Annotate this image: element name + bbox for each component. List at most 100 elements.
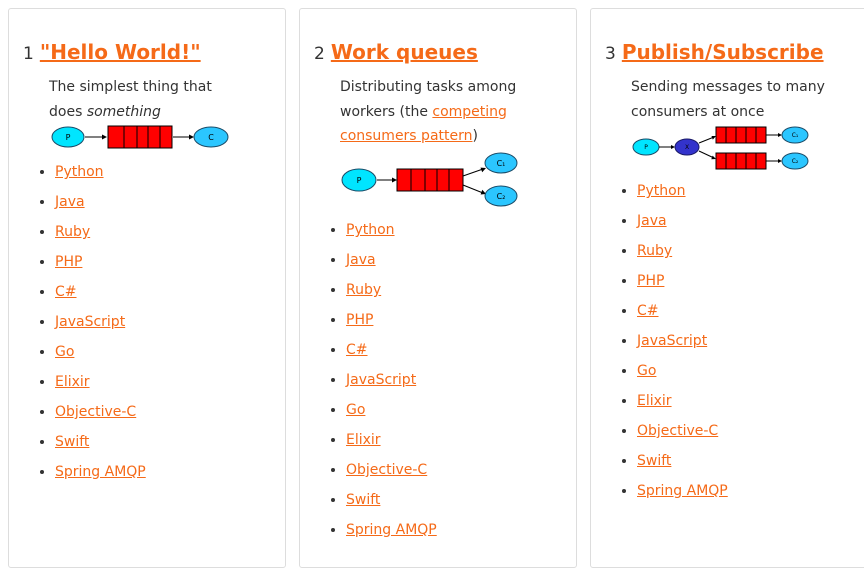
language-list: Python Java Ruby PHP C# JavaScript Go El… xyxy=(33,157,146,487)
publish-subscribe-diagram: P X C₁ C₂ xyxy=(632,126,809,170)
description-text: Sending messages to many consumers at on… xyxy=(631,79,825,120)
tutorial-card-hello-world: 1 "Hello World!" The simplest thing that … xyxy=(8,8,286,568)
language-link-python[interactable]: Python xyxy=(55,164,104,180)
tutorial-number: 1 xyxy=(23,44,34,64)
language-link-elixir[interactable]: Elixir xyxy=(55,374,90,390)
producer-label: P xyxy=(66,133,71,142)
list-item: Swift xyxy=(55,427,146,457)
language-link-csharp[interactable]: C# xyxy=(346,342,368,358)
queue xyxy=(107,125,173,149)
language-link-objective-c[interactable]: Objective-C xyxy=(346,462,427,478)
consumer-label: C₁ xyxy=(497,159,506,168)
list-item: Elixir xyxy=(637,386,728,416)
list-item: C# xyxy=(346,335,437,365)
tutorial-heading: 3 Publish/Subscribe xyxy=(605,39,824,67)
list-item: Objective-C xyxy=(637,416,728,446)
list-item: C# xyxy=(637,296,728,326)
list-item: Java xyxy=(346,245,437,275)
list-item: Spring AMQP xyxy=(55,457,146,487)
language-list: Python Java Ruby PHP C# JavaScript Go El… xyxy=(324,215,437,545)
consumer-label: C₁ xyxy=(792,132,799,139)
language-link-java[interactable]: Java xyxy=(637,213,667,229)
language-link-ruby[interactable]: Ruby xyxy=(346,282,381,298)
list-item: Spring AMQP xyxy=(346,515,437,545)
list-item: Swift xyxy=(346,485,437,515)
producer-label: P xyxy=(644,144,648,151)
language-link-spring-amqp[interactable]: Spring AMQP xyxy=(55,464,146,480)
list-item: PHP xyxy=(637,266,728,296)
producer-label: P xyxy=(357,176,362,185)
list-item: Ruby xyxy=(637,236,728,266)
list-item: Java xyxy=(637,206,728,236)
list-item: JavaScript xyxy=(346,365,437,395)
list-item: JavaScript xyxy=(55,307,146,337)
language-link-csharp[interactable]: C# xyxy=(55,284,77,300)
tutorial-number: 2 xyxy=(314,44,325,64)
tutorial-card-publish-subscribe: 3 Publish/Subscribe Sending messages to m… xyxy=(590,8,864,568)
tutorial-title-link[interactable]: "Hello World!" xyxy=(40,40,201,64)
language-link-go[interactable]: Go xyxy=(55,344,74,360)
language-link-javascript[interactable]: JavaScript xyxy=(55,314,125,330)
queue xyxy=(715,152,767,170)
list-item: Ruby xyxy=(55,217,146,247)
list-item: Python xyxy=(346,215,437,245)
language-link-elixir[interactable]: Elixir xyxy=(346,432,381,448)
description-text-end: ) xyxy=(472,128,478,144)
language-link-swift[interactable]: Swift xyxy=(346,492,380,508)
list-item: PHP xyxy=(346,305,437,335)
queue xyxy=(715,126,767,144)
tutorial-description: Sending messages to many consumers at on… xyxy=(631,75,831,124)
list-item: Objective-C xyxy=(55,397,146,427)
list-item: Java xyxy=(55,187,146,217)
tutorial-title-link[interactable]: Publish/Subscribe xyxy=(622,40,824,64)
list-item: Python xyxy=(55,157,146,187)
tutorial-heading: 2 Work queues xyxy=(314,39,478,67)
language-link-csharp[interactable]: C# xyxy=(637,303,659,319)
language-list: Python Java Ruby PHP C# JavaScript Go El… xyxy=(615,176,728,506)
exchange-label: X xyxy=(685,144,689,151)
language-link-ruby[interactable]: Ruby xyxy=(637,243,672,259)
list-item: Go xyxy=(637,356,728,386)
language-link-java[interactable]: Java xyxy=(55,194,85,210)
consumer-label: C₂ xyxy=(792,158,799,165)
language-link-spring-amqp[interactable]: Spring AMQP xyxy=(637,483,728,499)
language-link-objective-c[interactable]: Objective-C xyxy=(55,404,136,420)
list-item: Elixir xyxy=(55,367,146,397)
language-link-swift[interactable]: Swift xyxy=(637,453,671,469)
list-item: Ruby xyxy=(346,275,437,305)
hello-world-diagram: P C xyxy=(51,125,229,149)
tutorial-card-work-queues: 2 Work queues Distributing tasks among wo… xyxy=(299,8,577,568)
language-link-php[interactable]: PHP xyxy=(55,254,82,270)
description-emphasis: something xyxy=(86,103,161,120)
consumer-label: C₂ xyxy=(497,192,506,201)
language-link-go[interactable]: Go xyxy=(637,363,656,379)
list-item: C# xyxy=(55,277,146,307)
list-item: Swift xyxy=(637,446,728,476)
language-link-go[interactable]: Go xyxy=(346,402,365,418)
list-item: PHP xyxy=(55,247,146,277)
language-link-objective-c[interactable]: Objective-C xyxy=(637,423,718,439)
list-item: Python xyxy=(637,176,728,206)
language-link-spring-amqp[interactable]: Spring AMQP xyxy=(346,522,437,538)
language-link-php[interactable]: PHP xyxy=(637,273,664,289)
language-link-javascript[interactable]: JavaScript xyxy=(637,333,707,349)
language-link-python[interactable]: Python xyxy=(346,222,395,238)
language-link-ruby[interactable]: Ruby xyxy=(55,224,90,240)
queue xyxy=(396,168,464,192)
work-queues-diagram: P C₁ C₂ xyxy=(341,152,518,207)
language-link-elixir[interactable]: Elixir xyxy=(637,393,672,409)
language-link-java[interactable]: Java xyxy=(346,252,376,268)
language-link-javascript[interactable]: JavaScript xyxy=(346,372,416,388)
tutorial-description: The simplest thing that does something xyxy=(49,75,249,124)
language-link-php[interactable]: PHP xyxy=(346,312,373,328)
language-link-python[interactable]: Python xyxy=(637,183,686,199)
list-item: Go xyxy=(346,395,437,425)
list-item: Elixir xyxy=(346,425,437,455)
tutorial-description: Distributing tasks among workers (the co… xyxy=(340,75,540,149)
consumer-label: C xyxy=(208,133,214,142)
list-item: Go xyxy=(55,337,146,367)
language-link-swift[interactable]: Swift xyxy=(55,434,89,450)
list-item: JavaScript xyxy=(637,326,728,356)
list-item: Spring AMQP xyxy=(637,476,728,506)
tutorial-title-link[interactable]: Work queues xyxy=(331,40,478,64)
